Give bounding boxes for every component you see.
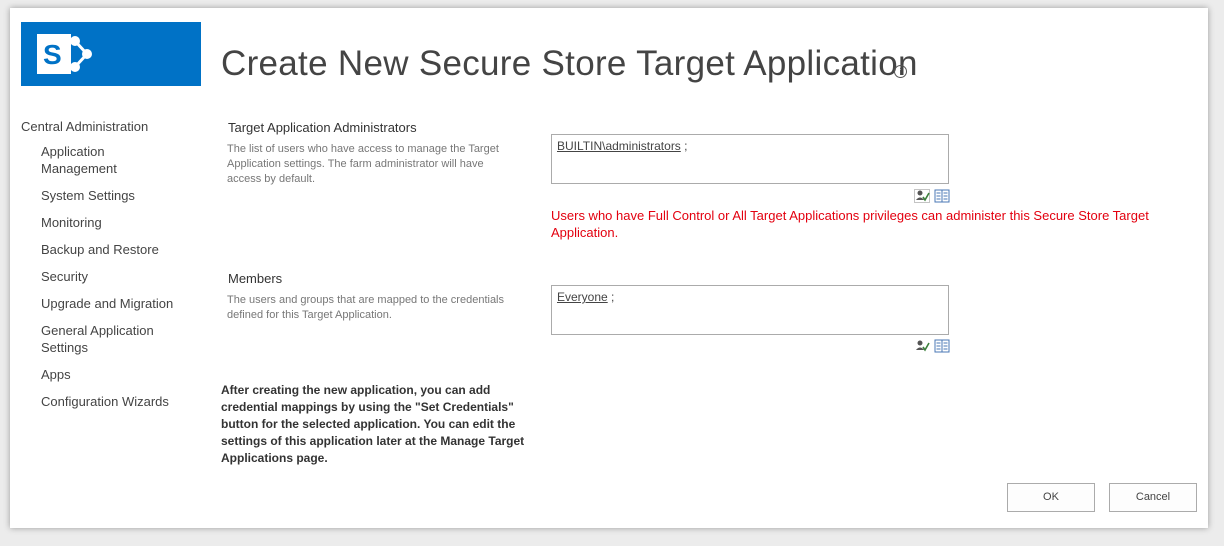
members-resolved-user[interactable]: Everyone <box>557 290 608 304</box>
cancel-button[interactable]: Cancel <box>1109 483 1197 512</box>
admins-separator: ; <box>680 139 688 153</box>
admins-warning-message: Users who have Full Control or All Targe… <box>551 208 1149 240</box>
sharepoint-logo-icon: S <box>37 34 92 74</box>
admins-people-picker[interactable]: BUILTIN\administrators ; <box>551 134 949 184</box>
nav-item-monitoring[interactable]: Monitoring <box>41 214 181 231</box>
admins-resolved-user[interactable]: BUILTIN\administrators <box>557 139 681 153</box>
admins-section-title: Target Application Administrators <box>228 120 417 135</box>
admins-section-description: The list of users who have access to man… <box>227 143 499 185</box>
ok-button[interactable]: OK <box>1007 483 1095 512</box>
nav-item-upgrade-and-migration[interactable]: Upgrade and Migration <box>41 295 181 312</box>
nav-item-apps[interactable]: Apps <box>41 366 181 383</box>
page-title: Create New Secure Store Target Applicati… <box>221 44 918 83</box>
members-section-description: The users and groups that are mapped to … <box>227 294 505 321</box>
nav-item-general-application-settings[interactable]: General Application Settings <box>41 322 181 356</box>
nav-item-security[interactable]: Security <box>41 268 181 285</box>
check-names-icon[interactable] <box>914 339 930 353</box>
nav-item-configuration-wizards[interactable]: Configuration Wizards <box>41 393 181 410</box>
members-separator: ; <box>607 290 615 304</box>
info-icon[interactable] <box>894 65 907 78</box>
svg-text:S: S <box>43 39 62 70</box>
nav-item-application-management[interactable]: Application Management <box>41 143 181 177</box>
members-section-title: Members <box>228 271 283 286</box>
nav-root-central-administration[interactable]: Central Administration <box>21 119 211 134</box>
nav-item-system-settings[interactable]: System Settings <box>41 187 181 204</box>
browse-directory-icon[interactable] <box>934 339 950 353</box>
members-people-picker[interactable]: Everyone ; <box>551 285 949 335</box>
sharepoint-logo[interactable]: S <box>21 22 201 86</box>
check-names-icon[interactable] <box>914 189 930 203</box>
browse-directory-icon[interactable] <box>934 189 950 203</box>
credential-mapping-note: After creating the new application, you … <box>221 383 525 465</box>
nav-item-backup-and-restore[interactable]: Backup and Restore <box>41 241 181 258</box>
quick-launch-nav: Central Administration Application Manag… <box>21 119 211 420</box>
window: S Create New Secure Store Target Applica… <box>10 8 1208 528</box>
